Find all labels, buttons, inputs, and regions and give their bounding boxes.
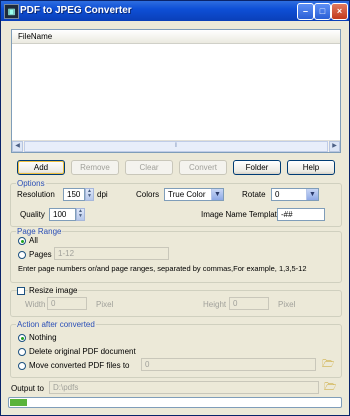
- rotate-select[interactable]: 0 ▼: [271, 188, 319, 201]
- delete-original-radio[interactable]: [18, 348, 26, 356]
- folder-open-icon[interactable]: 🗁: [322, 360, 334, 370]
- convert-button[interactable]: Convert: [179, 160, 227, 175]
- help-button[interactable]: Help: [287, 160, 335, 175]
- pages-radio[interactable]: [18, 251, 26, 259]
- clear-button[interactable]: Clear: [125, 160, 173, 175]
- minimize-button[interactable]: –: [297, 3, 314, 20]
- scroll-right-icon[interactable]: ▶: [329, 141, 340, 152]
- resize-label: Resize image: [28, 286, 79, 296]
- nothing-label: Nothing: [29, 333, 57, 342]
- folder-open-icon[interactable]: 🗁: [324, 383, 336, 393]
- page-range-hint: Enter page numbers or/and page ranges, s…: [18, 264, 307, 273]
- scroll-left-icon[interactable]: ◀: [12, 141, 23, 152]
- template-input[interactable]: -##: [277, 208, 325, 221]
- all-pages-label: All: [29, 236, 38, 245]
- width-unit: Pixel: [96, 300, 114, 309]
- add-button[interactable]: Add: [17, 160, 65, 175]
- move-files-label: Move converted PDF files to: [29, 361, 130, 370]
- delete-original-label: Delete original PDF document: [29, 347, 136, 356]
- column-header-label: FileName: [18, 32, 53, 41]
- scroll-thumb[interactable]: ⦀: [24, 141, 328, 152]
- options-group: Options Resolution 150 ▲ ▼ dpi Colors Tru…: [10, 179, 342, 227]
- window-title: PDF to JPEG Converter: [20, 5, 132, 16]
- close-button[interactable]: ×: [331, 3, 348, 20]
- resize-checkbox[interactable]: [17, 287, 25, 295]
- maximize-button[interactable]: □: [314, 3, 331, 20]
- main-window: ▣ PDF to JPEG Converter – □ × FileName ◀…: [0, 0, 350, 416]
- move-path-input[interactable]: 0: [141, 358, 316, 371]
- title-bar[interactable]: ▣ PDF to JPEG Converter – □ ×: [1, 1, 349, 21]
- progress-bar: [8, 397, 342, 408]
- move-files-radio[interactable]: [18, 362, 26, 370]
- rotate-value: 0: [275, 190, 280, 199]
- resolution-label: Resolution: [17, 190, 55, 199]
- height-input[interactable]: 0: [229, 297, 269, 310]
- quality-label: Quality: [20, 210, 45, 219]
- after-convert-group: Action after converted Nothing Delete or…: [10, 320, 342, 378]
- height-unit: Pixel: [278, 300, 296, 309]
- horizontal-scrollbar[interactable]: ◀ ⦀ ▶: [12, 140, 340, 152]
- width-label: Width: [25, 300, 46, 309]
- quality-spinner[interactable]: ▲ ▼: [76, 208, 85, 221]
- all-pages-radio[interactable]: [18, 237, 26, 245]
- rotate-label: Rotate: [242, 190, 266, 199]
- output-label: Output to: [11, 384, 44, 393]
- progress-fill: [10, 399, 27, 406]
- pages-label: Pages: [29, 250, 52, 259]
- page-range-group: Page Range All Pages 1-12 Enter page num…: [10, 227, 342, 283]
- resolution-unit: dpi: [97, 190, 108, 199]
- height-label: Height: [203, 300, 227, 309]
- app-pdf-icon: ▣: [4, 4, 19, 19]
- resolution-spinner[interactable]: ▲ ▼: [85, 188, 94, 201]
- remove-button[interactable]: Remove: [71, 160, 119, 175]
- output-path-input[interactable]: D:\pdfs: [49, 381, 319, 394]
- chevron-down-icon[interactable]: ▼: [211, 189, 223, 200]
- nothing-radio[interactable]: [18, 334, 26, 342]
- column-header-filename[interactable]: FileName: [12, 30, 340, 44]
- page-range-legend: Page Range: [16, 227, 63, 236]
- chevron-down-icon[interactable]: ▼: [306, 189, 318, 200]
- colors-select[interactable]: True Color ▼: [164, 188, 224, 201]
- template-label: Image Name Template: [201, 210, 282, 219]
- resize-group: Resize image Width 0 Pixel Height 0 Pixe…: [10, 286, 342, 317]
- file-list[interactable]: FileName ◀ ⦀ ▶: [11, 29, 341, 153]
- pages-input[interactable]: 1-12: [54, 247, 169, 260]
- after-convert-legend: Action after converted: [16, 320, 96, 329]
- folder-button[interactable]: Folder: [233, 160, 281, 175]
- width-input[interactable]: 0: [47, 297, 87, 310]
- resolution-input[interactable]: 150: [63, 188, 85, 201]
- quality-input[interactable]: 100: [49, 208, 76, 221]
- colors-value: True Color: [168, 190, 206, 199]
- colors-label: Colors: [136, 190, 160, 199]
- options-legend: Options: [16, 179, 46, 188]
